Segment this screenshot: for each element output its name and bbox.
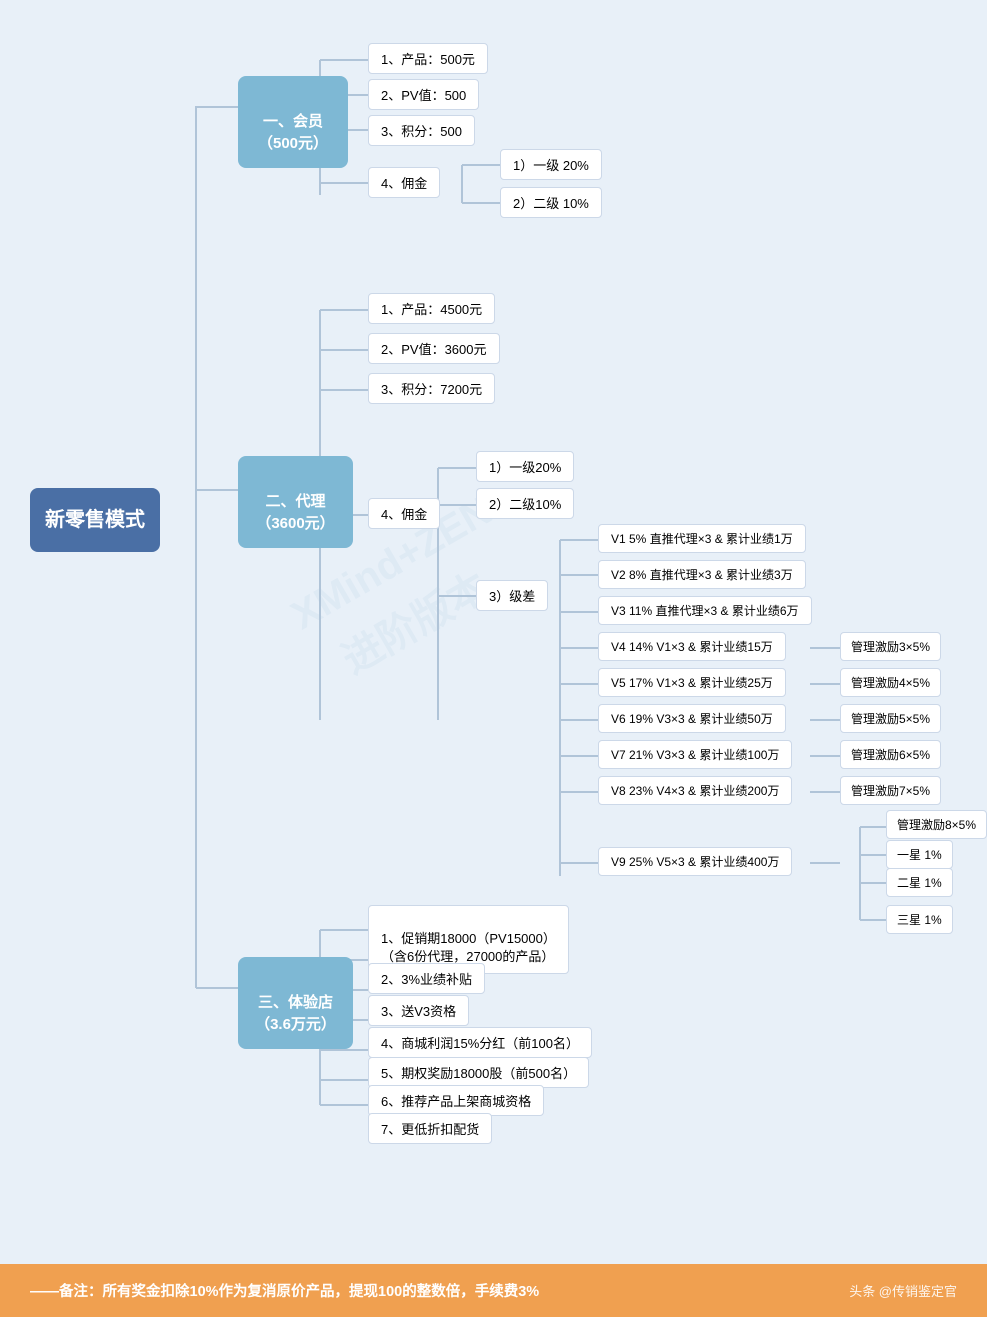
v1-node: V1 5% 直推代理×3 & 累计业绩1万 (598, 524, 806, 553)
v4-extra: 管理激励3×5% (840, 632, 941, 661)
d3-node: 3、积分：7200元 (368, 373, 495, 404)
h1-node: 1、产品：500元 (368, 43, 488, 74)
footer-text: ——备注：所有奖金扣除10%作为复消原价产品，提现100的整数倍，手续费3% (30, 1280, 539, 1301)
footer-bar: ——备注：所有奖金扣除10%作为复消原价产品，提现100的整数倍，手续费3% 头… (0, 1264, 987, 1317)
t3-node: 3、送V3资格 (368, 995, 469, 1026)
h4-node: 4、佣金 (368, 167, 440, 198)
v3-node: V3 11% 直推代理×3 & 累计业绩6万 (598, 596, 812, 625)
v8-extra: 管理激励7×5% (840, 776, 941, 805)
d1-node: 1、产品：4500元 (368, 293, 495, 324)
l1-tiyan: 三、体验店 （3.6万元） (238, 957, 353, 1049)
h2-node: 2、PV值：500 (368, 79, 479, 110)
v6-node: V6 19% V3×3 & 累计业绩50万 (598, 704, 786, 733)
l1-daili: 二、代理 （3600元） (238, 456, 353, 548)
v9-extra3: 三星 1% (886, 905, 953, 934)
v6-extra: 管理激励5×5% (840, 704, 941, 733)
h4a-node: 1）一级 20% (500, 149, 602, 180)
d4-node: 4、佣金 (368, 498, 440, 529)
v9-extra2: 二星 1% (886, 868, 953, 897)
d4a-node: 1）一级20% (476, 451, 574, 482)
t4-node: 4、商城利润15%分红（前100名） (368, 1027, 592, 1058)
v2-node: V2 8% 直推代理×3 & 累计业绩3万 (598, 560, 806, 589)
h4b-node: 2）二级 10% (500, 187, 602, 218)
v7-node: V7 21% V3×3 & 累计业绩100万 (598, 740, 792, 769)
h3-node: 3、积分：500 (368, 115, 475, 146)
d4b-node: 2）二级10% (476, 488, 574, 519)
t5-node: 5、期权奖励18000股（前500名） (368, 1057, 589, 1088)
v8-node: V8 23% V4×3 & 累计业绩200万 (598, 776, 792, 805)
t6-node: 6、推荐产品上架商城资格 (368, 1085, 544, 1116)
d4c-node: 3）级差 (476, 580, 548, 611)
l1-huiyuan: 一、会员 （500元） (238, 76, 348, 168)
v7-extra: 管理激励6×5% (840, 740, 941, 769)
t7-node: 7、更低折扣配货 (368, 1113, 492, 1144)
v9-extra1: 一星 1% (886, 840, 953, 869)
d2-node: 2、PV值：3600元 (368, 333, 500, 364)
root-node: 新零售模式 (30, 488, 160, 552)
t2-node: 2、3%业绩补贴 (368, 963, 485, 994)
source-label: 头条 @传销鉴定官 (849, 1281, 957, 1300)
v5-node: V5 17% V1×3 & 累计业绩25万 (598, 668, 786, 697)
v5-extra: 管理激励4×5% (840, 668, 941, 697)
v9-node: V9 25% V5×3 & 累计业绩400万 (598, 847, 792, 876)
v4-node: V4 14% V1×3 & 累计业绩15万 (598, 632, 786, 661)
v9-extra0: 管理激励8×5% (886, 810, 987, 839)
